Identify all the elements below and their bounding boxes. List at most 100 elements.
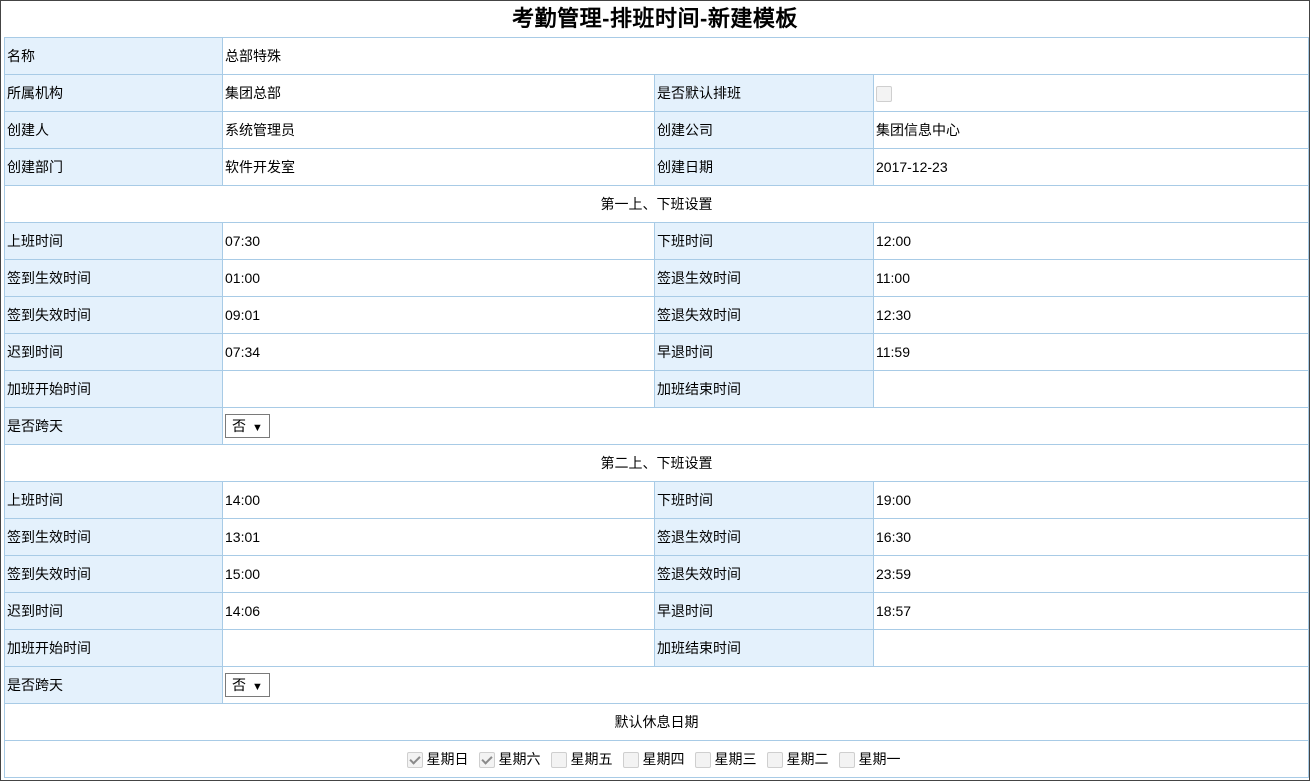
rest-header: 默认休息日期 [3, 703, 1309, 741]
shift2-signin-valid-label: 签到生效时间 [4, 518, 223, 556]
shift2-late-field[interactable]: 14:06 [222, 592, 655, 630]
shift2-signout-expire-label: 签退失效时间 [654, 555, 874, 593]
shift2-early-label: 早退时间 [654, 592, 874, 630]
shift1-cross-day-cell: 否 ▼ [221, 407, 1309, 445]
rest-day-label: 星期六 [498, 751, 541, 767]
form-window: 考勤管理-排班时间-新建模板 名称 总部特殊 所属机构 集团总部 是否默认排班 … [0, 0, 1310, 781]
row-dept: 创建部门 软件开发室 创建日期 2017-12-23 [4, 148, 1309, 186]
dept-label: 创建部门 [4, 148, 223, 186]
rest-days-row: 星期日 星期六 星期五 星期四 星期三 星期二 星期一 [3, 740, 1309, 778]
default-schedule-checkbox[interactable] [876, 85, 892, 102]
rest-day-checkbox[interactable] [478, 752, 495, 769]
row-org: 所属机构 集团总部 是否默认排班 [4, 74, 1309, 112]
shift1-signout-valid-field[interactable]: 11:00 [872, 259, 1309, 297]
shift1-early-label: 早退时间 [654, 333, 874, 371]
shift2-ot-start-label: 加班开始时间 [4, 629, 223, 667]
rest-day-option[interactable]: 星期六 [478, 749, 547, 769]
shift2-late-label: 迟到时间 [4, 592, 223, 630]
shift1-ot-start-field[interactable] [222, 370, 655, 408]
rest-days-cell: 星期日 星期六 星期五 星期四 星期三 星期二 星期一 [3, 740, 1309, 778]
rest-day-label: 星期一 [858, 751, 901, 767]
shift2-cross-day-cell: 否 ▼ [221, 666, 1309, 704]
shift1-signin-expire-label: 签到失效时间 [4, 296, 223, 334]
default-schedule-cell [872, 74, 1309, 112]
shift2-signout-expire-field[interactable]: 23:59 [872, 555, 1309, 593]
rest-day-checkbox[interactable] [694, 752, 711, 769]
shift1-header-row: 第一上、下班设置 [3, 185, 1309, 223]
dept-field: 软件开发室 [222, 148, 655, 186]
creator-field: 系统管理员 [222, 111, 655, 149]
shift1-signin-valid-label: 签到生效时间 [4, 259, 223, 297]
rest-day-checkbox[interactable] [550, 752, 567, 769]
rest-header-row: 默认休息日期 [3, 703, 1309, 741]
shift1-early-field[interactable]: 11:59 [872, 333, 1309, 371]
template-form-table: 名称 总部特殊 所属机构 集团总部 是否默认排班 创建人 系统管理员 创建公司 … [3, 37, 1309, 778]
company-label: 创建公司 [654, 111, 874, 149]
shift2-off-field[interactable]: 19:00 [872, 481, 1309, 519]
shift2-signin-expire-field[interactable]: 15:00 [222, 555, 655, 593]
shift2-signout-valid-field[interactable]: 16:30 [872, 518, 1309, 556]
row-name: 名称 总部特殊 [4, 37, 1309, 75]
shift2-ot-end-field[interactable] [872, 629, 1309, 667]
shift2-cross-day-value: 否 [232, 677, 246, 693]
shift2-off-label: 下班时间 [654, 481, 874, 519]
shift1-ot-start-label: 加班开始时间 [4, 370, 223, 408]
company-field: 集团信息中心 [872, 111, 1309, 149]
shift1-ot-end-field[interactable] [872, 370, 1309, 408]
creator-label: 创建人 [4, 111, 223, 149]
rest-day-checkbox[interactable] [766, 752, 783, 769]
shift1-on-field[interactable]: 07:30 [222, 222, 655, 260]
shift1-off-field[interactable]: 12:00 [872, 222, 1309, 260]
name-label: 名称 [4, 37, 223, 75]
shift2-cross-day-label: 是否跨天 [4, 666, 223, 704]
rest-day-label: 星期三 [714, 751, 757, 767]
rest-day-label: 星期二 [786, 751, 829, 767]
shift1-late-label: 迟到时间 [4, 333, 223, 371]
date-field: 2017-12-23 [872, 148, 1309, 186]
default-schedule-label: 是否默认排班 [654, 74, 874, 112]
shift1-cross-day-select[interactable]: 否 ▼ [225, 414, 270, 438]
rest-day-option[interactable]: 星期四 [622, 749, 691, 769]
rest-day-option[interactable]: 星期五 [550, 749, 619, 769]
shift1-off-label: 下班时间 [654, 222, 874, 260]
rest-day-checkbox[interactable] [406, 752, 423, 769]
rest-day-option[interactable]: 星期三 [694, 749, 763, 769]
shift1-late-field[interactable]: 07:34 [222, 333, 655, 371]
shift1-signin-valid-field[interactable]: 01:00 [222, 259, 655, 297]
shift2-on-label: 上班时间 [4, 481, 223, 519]
rest-day-label: 星期四 [642, 751, 685, 767]
shift1-cross-day-label: 是否跨天 [4, 407, 223, 445]
shift1-signout-expire-label: 签退失效时间 [654, 296, 874, 334]
rest-day-option[interactable]: 星期日 [406, 749, 475, 769]
shift1-header: 第一上、下班设置 [3, 185, 1309, 223]
rest-day-option[interactable]: 星期二 [766, 749, 835, 769]
date-label: 创建日期 [654, 148, 874, 186]
shift2-header-row: 第二上、下班设置 [3, 444, 1309, 482]
triangle-down-icon: ▼ [252, 681, 263, 693]
shift1-signout-valid-label: 签退生效时间 [654, 259, 874, 297]
org-label: 所属机构 [4, 74, 223, 112]
shift2-on-field[interactable]: 14:00 [222, 481, 655, 519]
shift2-ot-start-field[interactable] [222, 629, 655, 667]
shift2-ot-end-label: 加班结束时间 [654, 629, 874, 667]
rest-day-label: 星期五 [570, 751, 613, 767]
rest-day-option[interactable]: 星期一 [838, 749, 907, 769]
shift2-early-field[interactable]: 18:57 [872, 592, 1309, 630]
shift2-header: 第二上、下班设置 [3, 444, 1309, 482]
rest-day-checkbox[interactable] [622, 752, 639, 769]
triangle-down-icon: ▼ [252, 422, 263, 434]
row-creator: 创建人 系统管理员 创建公司 集团信息中心 [4, 111, 1309, 149]
shift1-signin-expire-field[interactable]: 09:01 [222, 296, 655, 334]
shift2-signin-expire-label: 签到失效时间 [4, 555, 223, 593]
shift1-signout-expire-field[interactable]: 12:30 [872, 296, 1309, 334]
shift2-signout-valid-label: 签退生效时间 [654, 518, 874, 556]
shift2-cross-day-select[interactable]: 否 ▼ [225, 673, 270, 697]
shift2-signin-valid-field[interactable]: 13:01 [222, 518, 655, 556]
rest-day-checkbox[interactable] [838, 752, 855, 769]
org-field[interactable]: 集团总部 [222, 74, 655, 112]
shift1-ot-end-label: 加班结束时间 [654, 370, 874, 408]
shift1-cross-day-value: 否 [232, 418, 246, 434]
name-field[interactable]: 总部特殊 [221, 37, 1309, 75]
rest-day-label: 星期日 [426, 751, 469, 767]
shift1-on-label: 上班时间 [4, 222, 223, 260]
